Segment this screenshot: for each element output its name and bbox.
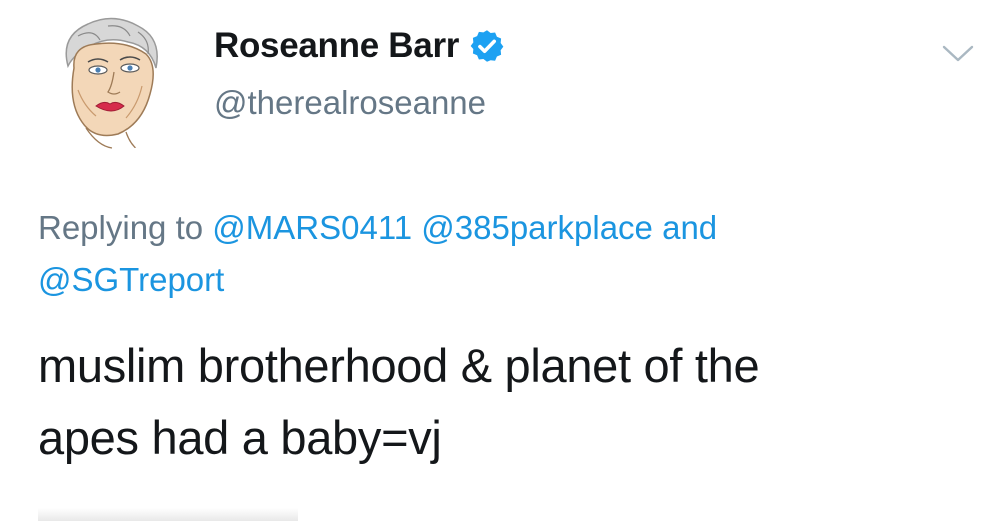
tweet-text: muslim brotherhood & planet of the apes … <box>38 330 968 474</box>
author-display-name[interactable]: Roseanne Barr <box>214 26 459 66</box>
tweet-card: Roseanne Barr @therealroseanne Replying … <box>0 0 1000 521</box>
cropped-timestamp-remnant <box>38 508 298 521</box>
verified-badge-icon <box>470 30 504 62</box>
replying-to-line: Replying to @MARS0411 @385parkplace and … <box>38 202 968 306</box>
mention-link-mars0411[interactable]: @MARS0411 <box>212 209 412 246</box>
mention-conjunction[interactable]: and <box>662 209 717 246</box>
tweet-text-line-2: apes had a baby=vj <box>38 411 442 464</box>
portrait-avatar-icon <box>38 6 184 152</box>
tweet-text-line-1: muslim brotherhood & planet of the <box>38 339 760 392</box>
chevron-down-icon[interactable] <box>938 38 978 68</box>
replying-to-label: Replying to <box>38 209 204 246</box>
author-handle[interactable]: @therealroseanne <box>214 84 486 122</box>
mention-link-sgtreport[interactable]: @SGTreport <box>38 261 224 298</box>
mention-link-385parkplace[interactable]: @385parkplace <box>421 209 653 246</box>
avatar[interactable] <box>38 6 184 152</box>
author-name-row: Roseanne Barr <box>214 26 505 66</box>
